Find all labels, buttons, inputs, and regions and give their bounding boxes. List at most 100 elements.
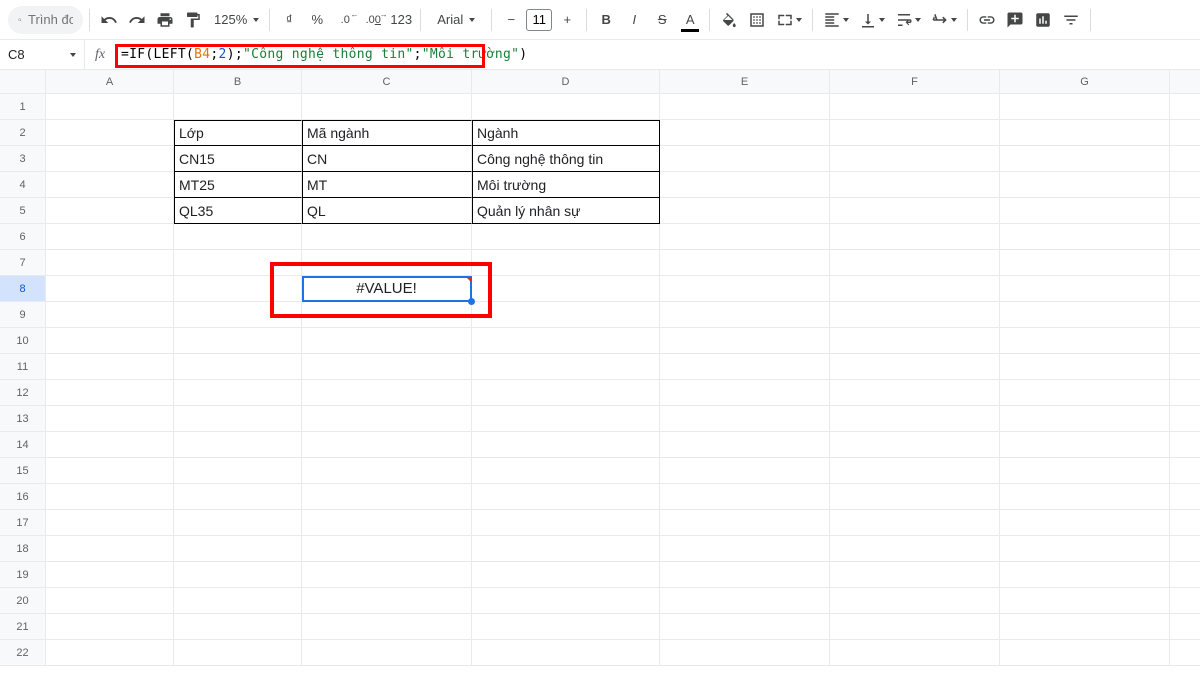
cell[interactable]: [174, 640, 302, 666]
cell[interactable]: [660, 198, 830, 224]
cell[interactable]: [660, 250, 830, 276]
cell[interactable]: [1170, 510, 1200, 536]
cell[interactable]: [46, 432, 174, 458]
cell[interactable]: [1000, 276, 1170, 302]
row-header-7[interactable]: 7: [0, 250, 46, 276]
error-indicator-icon[interactable]: [466, 277, 472, 283]
cell[interactable]: Lớp: [174, 120, 302, 146]
cell[interactable]: [46, 328, 174, 354]
cell[interactable]: [660, 484, 830, 510]
cell[interactable]: [830, 198, 1000, 224]
cell[interactable]: [46, 562, 174, 588]
cell[interactable]: [472, 536, 660, 562]
cell[interactable]: [830, 510, 1000, 536]
cell[interactable]: [174, 302, 302, 328]
cell[interactable]: QL35: [174, 198, 302, 224]
cell[interactable]: [1170, 120, 1200, 146]
cell[interactable]: [1000, 588, 1170, 614]
cell[interactable]: [174, 458, 302, 484]
cell[interactable]: [302, 224, 472, 250]
cell[interactable]: [1170, 484, 1200, 510]
cell[interactable]: [1170, 224, 1200, 250]
cell[interactable]: [1000, 94, 1170, 120]
row-header-17[interactable]: 17: [0, 510, 46, 536]
cell[interactable]: [660, 224, 830, 250]
cell[interactable]: [1170, 640, 1200, 666]
cell[interactable]: Ngành: [472, 120, 660, 146]
cell[interactable]: [660, 614, 830, 640]
cell[interactable]: [302, 250, 472, 276]
increase-decimal-button[interactable]: .00→: [360, 6, 386, 34]
cell[interactable]: [1000, 198, 1170, 224]
cell[interactable]: [1000, 432, 1170, 458]
borders-button[interactable]: [744, 6, 770, 34]
insert-chart-button[interactable]: [1030, 6, 1056, 34]
menu-search-input[interactable]: [28, 12, 73, 27]
cell[interactable]: [46, 614, 174, 640]
cell[interactable]: [46, 250, 174, 276]
cell[interactable]: [174, 406, 302, 432]
cell[interactable]: [302, 302, 472, 328]
cell[interactable]: [46, 484, 174, 510]
cell[interactable]: [472, 328, 660, 354]
cell[interactable]: [472, 276, 660, 302]
cell[interactable]: Môi trường: [472, 172, 660, 198]
cell[interactable]: [46, 354, 174, 380]
cell[interactable]: [830, 432, 1000, 458]
cell[interactable]: [302, 354, 472, 380]
paint-format-button[interactable]: [180, 6, 206, 34]
format-currency-button[interactable]: ₫: [276, 6, 302, 34]
print-button[interactable]: [152, 6, 178, 34]
cell[interactable]: [660, 432, 830, 458]
col-header-E[interactable]: E: [660, 70, 830, 94]
cell[interactable]: [1000, 458, 1170, 484]
cell[interactable]: [302, 432, 472, 458]
cell[interactable]: [302, 562, 472, 588]
cell[interactable]: [472, 432, 660, 458]
cell[interactable]: [1170, 250, 1200, 276]
cell[interactable]: [830, 588, 1000, 614]
cell[interactable]: [660, 406, 830, 432]
cell[interactable]: [472, 250, 660, 276]
cell[interactable]: Mã ngành: [302, 120, 472, 146]
cell[interactable]: [1000, 120, 1170, 146]
cell[interactable]: [830, 354, 1000, 380]
cell[interactable]: [46, 510, 174, 536]
fill-handle[interactable]: [468, 298, 475, 305]
row-header-13[interactable]: 13: [0, 406, 46, 432]
cell[interactable]: [472, 94, 660, 120]
cell[interactable]: [830, 458, 1000, 484]
cell[interactable]: [302, 406, 472, 432]
text-wrap-button[interactable]: [891, 6, 925, 34]
cell[interactable]: [302, 458, 472, 484]
cell[interactable]: [830, 380, 1000, 406]
cell[interactable]: [830, 224, 1000, 250]
cell[interactable]: [46, 458, 174, 484]
cell[interactable]: [1170, 146, 1200, 172]
undo-button[interactable]: [96, 6, 122, 34]
cell[interactable]: [472, 380, 660, 406]
cell[interactable]: [46, 276, 174, 302]
cell[interactable]: [1170, 562, 1200, 588]
cell[interactable]: [46, 172, 174, 198]
cell[interactable]: [830, 250, 1000, 276]
row-header-15[interactable]: 15: [0, 458, 46, 484]
cell[interactable]: [830, 640, 1000, 666]
cell[interactable]: [174, 510, 302, 536]
row-header-3[interactable]: 3: [0, 146, 46, 172]
cell[interactable]: [46, 588, 174, 614]
cell[interactable]: [830, 562, 1000, 588]
cell[interactable]: [46, 120, 174, 146]
cell[interactable]: [46, 302, 174, 328]
font-size-input[interactable]: [526, 9, 552, 31]
cell[interactable]: [830, 94, 1000, 120]
horizontal-align-button[interactable]: [819, 6, 853, 34]
cell[interactable]: [1000, 536, 1170, 562]
row-header-16[interactable]: 16: [0, 484, 46, 510]
insert-comment-button[interactable]: [1002, 6, 1028, 34]
cell[interactable]: Quản lý nhân sự: [472, 198, 660, 224]
cell[interactable]: [1170, 380, 1200, 406]
cell[interactable]: [1170, 302, 1200, 328]
insert-link-button[interactable]: [974, 6, 1000, 34]
cell[interactable]: [46, 94, 174, 120]
